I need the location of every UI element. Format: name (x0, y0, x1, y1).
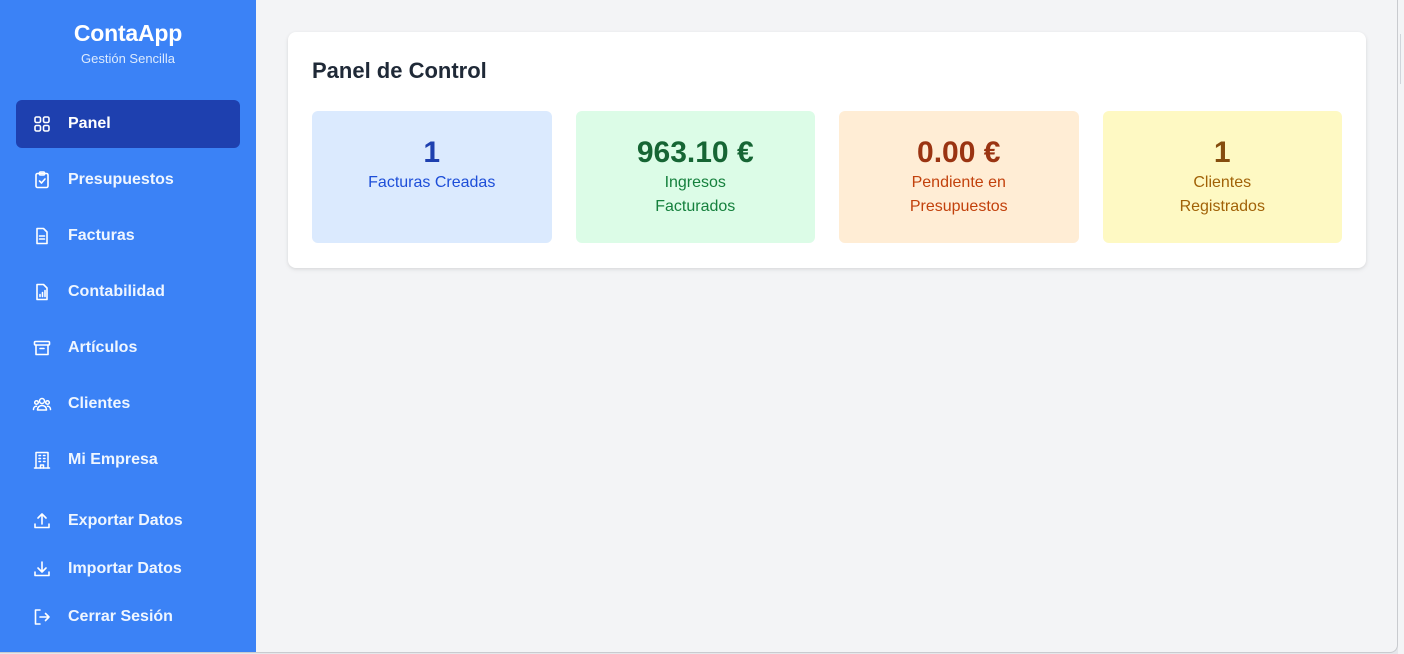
stat-label: Clientes Registrados (1179, 174, 1265, 215)
stat-value: 0.00 € (917, 136, 1001, 169)
stat-label: Ingresos Facturados (655, 174, 736, 215)
building-icon (32, 450, 52, 470)
stat-card-clientes: 1 Clientes Registrados (1102, 111, 1342, 243)
main-content: Panel de Control 1 Facturas Creadas 963.… (256, 0, 1397, 652)
logout-button[interactable]: Cerrar Sesión (16, 593, 240, 641)
sidebar-item-mi-empresa[interactable]: Mi Empresa (16, 436, 240, 484)
sidebar-bottom-nav: Exportar Datos Importar Datos Cerrar Ses… (16, 497, 240, 641)
stat-card-facturas: 1 Facturas Creadas (312, 111, 552, 243)
sidebar-item-label: Clientes (68, 395, 131, 412)
sidebar-item-facturas[interactable]: Facturas (16, 212, 240, 260)
dashboard-card: Panel de Control 1 Facturas Creadas 963.… (288, 32, 1366, 268)
sidebar-item-panel[interactable]: Panel (16, 100, 240, 148)
sidebar-item-label: Importar Datos (68, 560, 182, 577)
stat-value: 963.10 € (636, 136, 754, 169)
stat-label: Facturas Creadas (368, 174, 496, 191)
brand-subtitle: Gestión Sencilla (81, 51, 175, 66)
app-window: ContaApp Gestión Sencilla Panel Presupue… (0, 0, 1398, 653)
sidebar-nav: Panel Presupuestos Facturas Contabilidad (16, 100, 240, 492)
sidebar-item-label: Presupuestos (68, 171, 174, 188)
page-title: Panel de Control (312, 58, 487, 83)
archive-box-icon (32, 338, 52, 358)
sidebar-item-label: Mi Empresa (68, 451, 158, 468)
download-icon (32, 559, 52, 579)
sidebar-item-label: Facturas (68, 227, 135, 244)
brand-title: ContaApp (73, 20, 183, 46)
users-icon (32, 394, 52, 414)
sidebar-item-label: Panel (68, 115, 111, 132)
export-data-button[interactable]: Exportar Datos (16, 497, 240, 545)
sidebar: ContaApp Gestión Sencilla Panel Presupue… (0, 0, 256, 652)
import-data-button[interactable]: Importar Datos (16, 545, 240, 593)
sidebar-item-label: Exportar Datos (68, 512, 183, 529)
clipboard-check-icon (32, 170, 52, 190)
stat-card-pendiente: 0.00 € Pendiente en Presupuestos (839, 111, 1079, 243)
sidebar-item-label: Artículos (68, 339, 138, 356)
sidebar-item-label: Contabilidad (68, 283, 165, 300)
stat-value: 1 (1213, 136, 1231, 169)
logout-icon (32, 607, 52, 627)
upload-icon (32, 511, 52, 531)
document-icon (32, 226, 52, 246)
stat-value: 1 (423, 136, 441, 169)
sidebar-item-presupuestos[interactable]: Presupuestos (16, 156, 240, 204)
window-edge (1398, 0, 1404, 654)
brand: ContaApp Gestión Sencilla (0, 0, 256, 66)
chart-document-icon (32, 282, 52, 302)
stat-card-ingresos: 963.10 € Ingresos Facturados (575, 111, 815, 243)
sidebar-item-articulos[interactable]: Artículos (16, 324, 240, 372)
sidebar-item-label: Cerrar Sesión (68, 608, 173, 625)
stats-grid: 1 Facturas Creadas 963.10 € Ingresos Fac… (312, 111, 1342, 243)
sidebar-item-contabilidad[interactable]: Contabilidad (16, 268, 240, 316)
stat-label: Pendiente en Presupuestos (909, 174, 1008, 215)
grid-icon (32, 114, 52, 134)
sidebar-item-clientes[interactable]: Clientes (16, 380, 240, 428)
